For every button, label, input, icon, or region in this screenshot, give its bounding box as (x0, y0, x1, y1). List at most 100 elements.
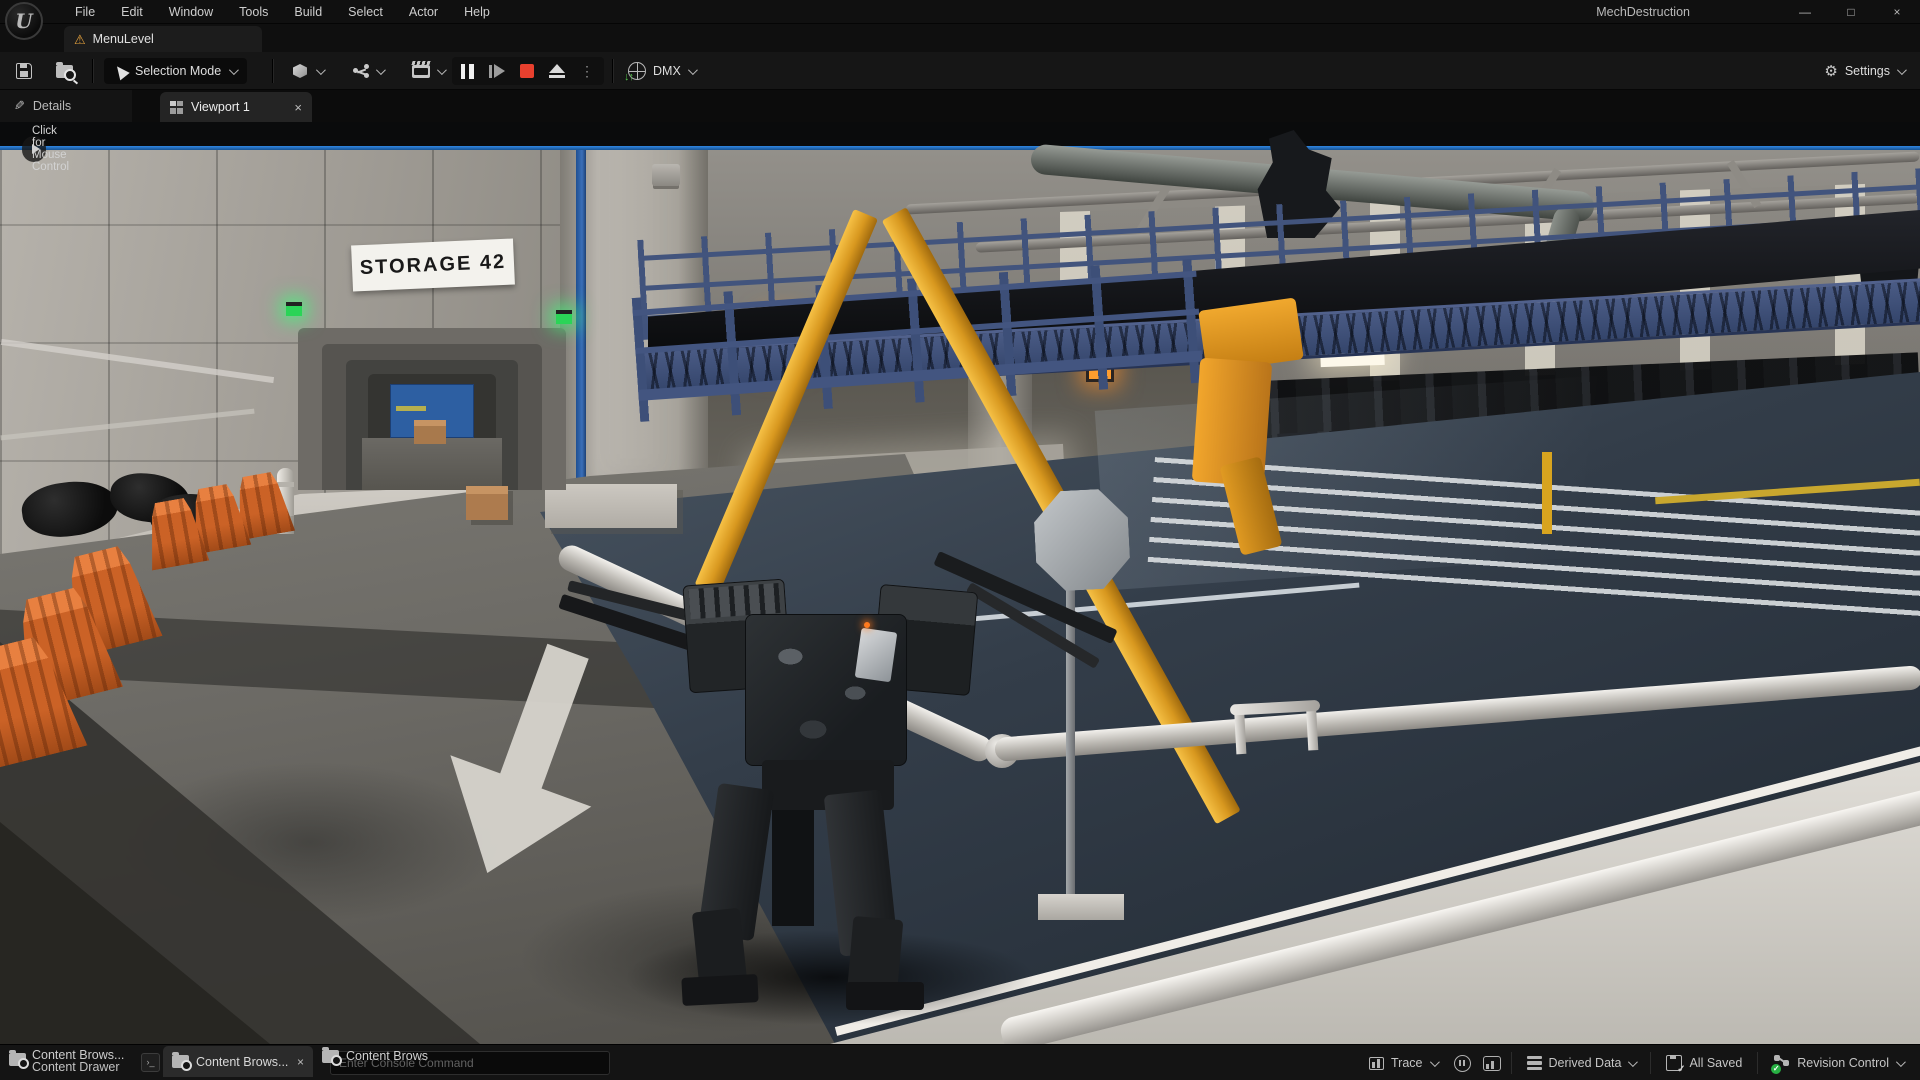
trace-dropdown[interactable]: Trace (1358, 1056, 1448, 1070)
details-tab-label: Details (33, 99, 71, 113)
unreal-logo-icon[interactable]: U (5, 2, 43, 40)
viewport-tab-label: Viewport 1 (191, 100, 250, 114)
profiler-icon (1483, 1056, 1501, 1071)
status-separator (1511, 1052, 1512, 1074)
corridor-doorway (298, 328, 566, 490)
green-light (286, 302, 302, 316)
dmx-arrows-icon: ↓↑ (624, 71, 633, 83)
selection-mode-label: Selection Mode (135, 64, 221, 78)
security-camera (652, 164, 680, 186)
frame-skip-icon (489, 64, 505, 78)
level-tab[interactable]: ⚠ MenuLevel (64, 26, 262, 52)
dmx-dropdown[interactable]: ↓↑ DMX (620, 58, 703, 84)
output-log-icon[interactable]: ›_ (141, 1053, 160, 1072)
profiler-button[interactable] (1477, 1056, 1507, 1071)
all-saved-icon (1666, 1055, 1682, 1071)
menu-actor[interactable]: Actor (396, 0, 451, 24)
gear-icon: ⚙ (1824, 64, 1837, 79)
menu-window[interactable]: Window (156, 0, 226, 24)
minimize-button[interactable]: — (1782, 0, 1828, 24)
pause-icon (461, 64, 474, 79)
storage-sign-text: STORAGE 42 (359, 250, 506, 279)
viewport-3d-scene[interactable]: STORAGE 42 (0, 122, 1920, 1044)
close-tab-icon[interactable]: × (297, 1055, 304, 1069)
play-controls: ⋮ (452, 57, 604, 85)
chevron-down-icon (1897, 65, 1907, 75)
all-saved-button[interactable]: All Saved (1655, 1055, 1753, 1071)
content-browser-tab-2-label: Content Brows... (196, 1055, 288, 1069)
dmx-label: DMX (653, 64, 681, 78)
unreal-editor-window: File Edit Window Tools Build Select Acto… (0, 0, 1920, 1080)
chevron-down-icon (1628, 1057, 1638, 1067)
save-button[interactable] (12, 60, 36, 82)
close-tab-icon[interactable]: × (294, 100, 302, 115)
warning-icon: ⚠ (74, 33, 86, 46)
trace-label: Trace (1391, 1056, 1423, 1070)
chevron-down-icon (688, 65, 698, 75)
derived-data-dropdown[interactable]: Derived Data (1516, 1056, 1647, 1071)
cinematics-icon (412, 65, 430, 78)
toolbar-separator (272, 59, 273, 83)
panel-tab-row: ✎ Details Viewport 1 × (0, 90, 1920, 122)
stop-button[interactable] (512, 57, 542, 85)
blueprints-dropdown[interactable] (348, 60, 388, 82)
add-actor-dropdown[interactable]: + (288, 60, 328, 82)
content-browser-tab-2[interactable]: Content Brows... × (163, 1046, 313, 1077)
revision-control-icon: ✓ (1773, 1055, 1790, 1071)
save-icon (16, 63, 32, 79)
add-actor-icon: + (293, 64, 307, 78)
menu-select[interactable]: Select (335, 0, 396, 24)
title-bar: File Edit Window Tools Build Select Acto… (0, 0, 1920, 24)
chevron-down-icon (316, 65, 326, 75)
main-toolbar: Selection Mode + ⋮ ↓↑ DMX (0, 52, 1920, 90)
chevron-down-icon (1896, 1057, 1906, 1067)
close-button[interactable]: × (1874, 0, 1920, 24)
mouse-control-hint[interactable]: Click for Mouse Control (22, 136, 46, 162)
insights-button[interactable] (1448, 1055, 1477, 1072)
maximize-button[interactable]: □ (1828, 0, 1874, 24)
content-browser-tab-3-label: Content Brows (346, 1049, 428, 1063)
pipe-crossover (1234, 698, 1327, 755)
menu-file[interactable]: File (62, 0, 108, 24)
main-menu: File Edit Window Tools Build Select Acto… (62, 0, 503, 24)
derived-data-label: Derived Data (1549, 1056, 1622, 1070)
status-bar-right: Trace Derived Data All Saved ✓ (1358, 1045, 1914, 1080)
stop-icon (520, 64, 534, 78)
pause-button[interactable] (452, 57, 482, 85)
blueprints-icon (353, 64, 369, 78)
content-drawer-button[interactable]: Content Drawer (32, 1060, 120, 1074)
ellipsis-icon: ⋮ (580, 63, 594, 80)
sign-pole (1066, 582, 1075, 914)
play-options-button[interactable]: ⋮ (572, 57, 602, 85)
content-browser-icon (322, 1050, 339, 1063)
cursor-icon (112, 62, 129, 80)
tab-details[interactable]: ✎ Details (0, 90, 132, 122)
content-browser-icon (172, 1055, 189, 1068)
chevron-down-icon (229, 65, 239, 75)
selection-mode-dropdown[interactable]: Selection Mode (104, 58, 247, 84)
chevron-down-icon (1429, 1057, 1439, 1067)
settings-dropdown[interactable]: ⚙ Settings (1824, 58, 1904, 84)
viewport-icon (170, 101, 183, 114)
frame-skip-button[interactable] (482, 57, 512, 85)
trace-icon (1369, 1057, 1384, 1070)
scene-ceiling (0, 122, 1920, 148)
menu-tools[interactable]: Tools (226, 0, 281, 24)
cinematics-dropdown[interactable] (406, 60, 450, 82)
all-saved-label: All Saved (1689, 1056, 1742, 1070)
menu-edit[interactable]: Edit (108, 0, 156, 24)
status-separator (1650, 1052, 1651, 1074)
browse-content-button[interactable] (52, 60, 76, 82)
eject-button[interactable] (542, 57, 572, 85)
content-browser-tab-3[interactable]: Content Brows (322, 1049, 428, 1063)
eject-icon (549, 64, 565, 78)
chevron-down-icon (437, 65, 447, 75)
content-browser-icon (9, 1053, 26, 1066)
revision-control-dropdown[interactable]: ✓ Revision Control (1762, 1055, 1914, 1071)
toolbar-separator (612, 59, 613, 83)
menu-help[interactable]: Help (451, 0, 503, 24)
menu-build[interactable]: Build (281, 0, 335, 24)
insights-icon (1454, 1055, 1471, 1072)
derived-data-icon (1527, 1056, 1542, 1071)
tab-viewport[interactable]: Viewport 1 × (160, 92, 312, 122)
